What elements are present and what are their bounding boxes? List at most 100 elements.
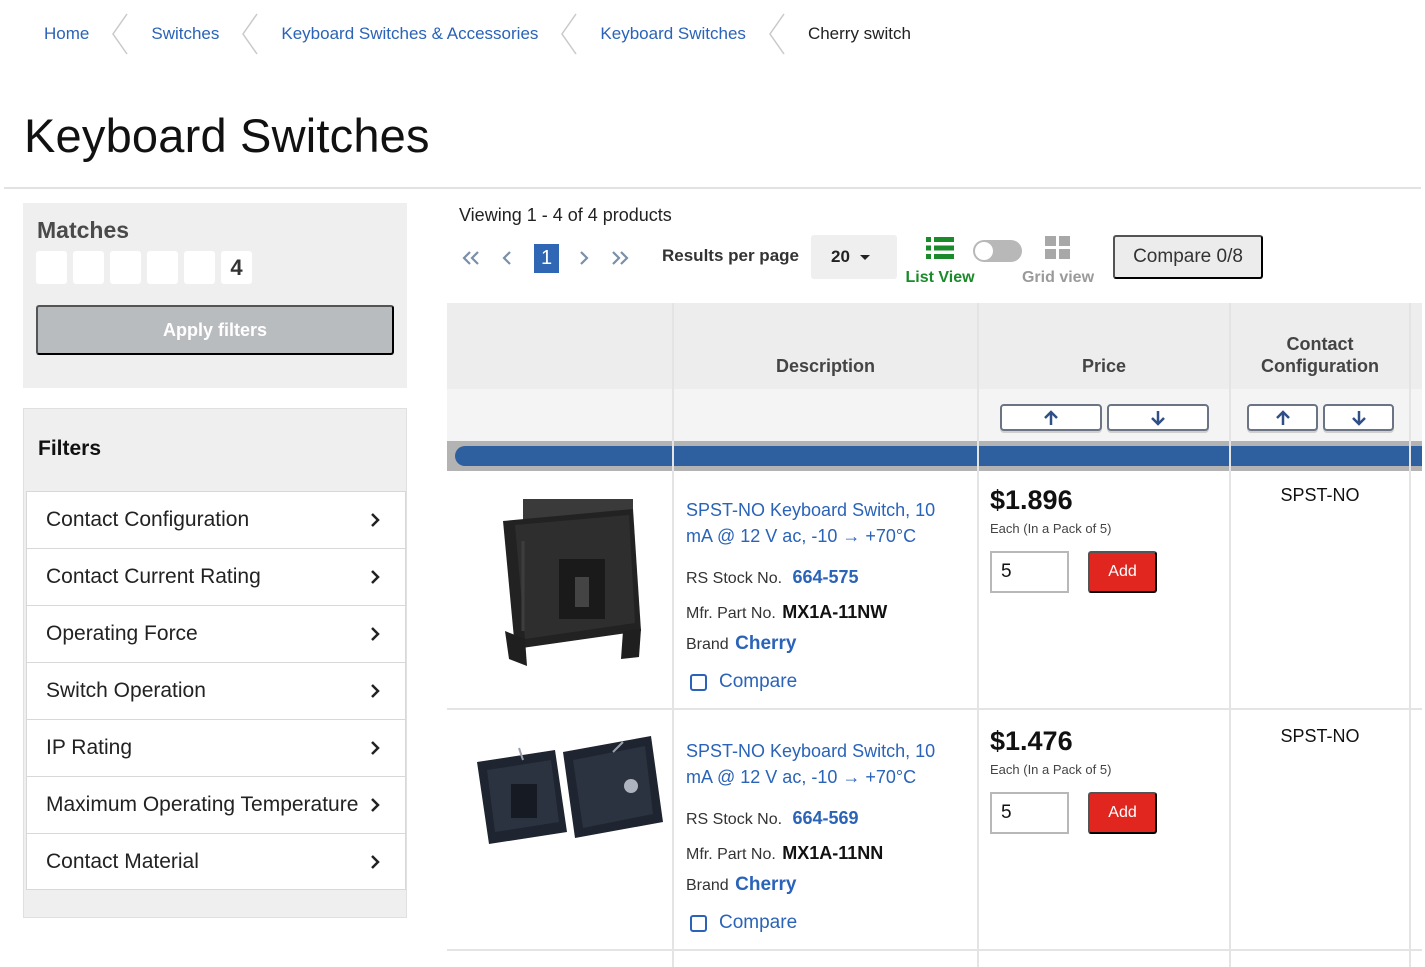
breadcrumb: Home Switches Keyboard Switches & Access… [0, 12, 931, 56]
contact-sort-descending-button[interactable] [1323, 404, 1394, 431]
results-per-page-label: Results per page [662, 246, 799, 265]
compare-label: Compare [719, 912, 798, 933]
filter-maximum-operating-temperature[interactable]: Maximum Operating Temperature [26, 776, 406, 833]
match-count-digit [147, 251, 178, 284]
results-count: Viewing 1 - 4 of 4 products [459, 205, 672, 225]
arrow-down-icon [1351, 410, 1366, 426]
filter-ip-rating[interactable]: IP Rating [26, 719, 406, 776]
match-count-digit [110, 251, 141, 284]
mfr-label: Mfr. Part No. [686, 846, 776, 863]
mfr-number: MX1A-11NN [782, 843, 884, 863]
match-count-digit [184, 251, 215, 284]
product-table: Description Price Contact Configuration … [447, 303, 1422, 967]
filter-operating-force[interactable]: Operating Force [26, 605, 406, 662]
product-image[interactable] [463, 481, 663, 681]
breadcrumb-separator-icon [109, 12, 131, 56]
mfr-number: MX1A-11NW [782, 602, 888, 622]
product-price: $1.896 [990, 485, 1073, 515]
header-description: Description [775, 356, 876, 376]
match-count-digit [73, 251, 104, 284]
breadcrumb-separator-icon [766, 12, 788, 56]
first-page-icon[interactable] [460, 247, 482, 269]
match-count: 4 [36, 251, 252, 284]
chevron-right-icon [371, 741, 380, 755]
add-to-cart-button[interactable]: Add [1088, 792, 1157, 834]
contact-configuration-value: SPST-NO [1280, 485, 1360, 505]
results-per-page-value: 20 [831, 247, 850, 266]
view-toggle[interactable] [973, 240, 1022, 262]
brand-link[interactable]: Cherry [735, 874, 796, 895]
quantity-input[interactable]: 5 [990, 551, 1069, 593]
mfr-part-number: Mfr. Part No. MX1A-11NW [686, 602, 887, 623]
header-contact-configuration: Contact Configuration [1231, 303, 1409, 389]
arrow-up-icon [1044, 409, 1058, 425]
checkbox-icon[interactable] [690, 914, 707, 932]
add-to-cart-button[interactable]: Add [1088, 551, 1157, 593]
page-title: Keyboard Switches [24, 109, 430, 162]
toggle-knob [975, 242, 993, 260]
list-view-icon [926, 237, 954, 259]
compare-button[interactable]: Compare 0/8 [1113, 235, 1263, 279]
filter-label: Contact Configuration [46, 508, 250, 531]
breadcrumb-keyboard-switches-accessories[interactable]: Keyboard Switches & Accessories [261, 24, 558, 44]
quantity-input[interactable]: 5 [990, 792, 1069, 834]
product-description-link[interactable]: SPST-NO Keyboard Switch, 10 mA @ 12 V ac… [686, 497, 956, 549]
filter-switch-operation[interactable]: Switch Operation [26, 662, 406, 719]
previous-page-icon[interactable] [496, 247, 518, 269]
product-description-link[interactable]: SPST-NO Keyboard Switch, 10 mA @ 12 V ac… [686, 738, 956, 790]
list-view-button[interactable]: List View [902, 236, 978, 287]
brand-link[interactable]: Cherry [735, 633, 796, 654]
filter-label: Operating Force [46, 622, 198, 645]
grid-view-button[interactable]: Grid view [1018, 236, 1098, 287]
next-page-icon[interactable] [573, 247, 595, 269]
column-divider [1409, 303, 1411, 967]
price-sort-descending-button[interactable] [1107, 404, 1209, 431]
stock-number: RS Stock No. 664-575 [686, 567, 859, 588]
contact-sort-ascending-button[interactable] [1247, 404, 1318, 431]
chevron-right-icon [371, 513, 380, 527]
compare-checkbox[interactable]: Compare [690, 671, 797, 693]
title-divider [4, 187, 1421, 189]
list-view-label: List View [905, 269, 975, 286]
price-unit: Each (In a Pack of 5) [990, 521, 1112, 536]
header-contact-configuration-line1: Contact [1286, 334, 1354, 354]
stock-number-link[interactable]: 664-575 [792, 567, 858, 587]
price-sort-ascending-button[interactable] [1000, 404, 1102, 431]
product-image[interactable] [463, 722, 663, 922]
match-count-digit [36, 251, 67, 284]
filter-contact-configuration[interactable]: Contact Configuration [26, 491, 406, 548]
matches-title: Matches [37, 217, 130, 243]
stock-label: RS Stock No. [686, 570, 783, 587]
checkbox-icon[interactable] [690, 673, 707, 691]
grid-view-label: Grid view [1021, 269, 1095, 286]
product-price: $1.476 [990, 726, 1073, 756]
breadcrumb-switches[interactable]: Switches [131, 24, 239, 44]
apply-filters-button[interactable]: Apply filters [36, 305, 394, 355]
stock-number-link[interactable]: 664-569 [792, 808, 858, 828]
header-price: Price [1081, 356, 1127, 376]
filter-label: Contact Material [46, 849, 199, 873]
brand: Brand Cherry [686, 633, 796, 655]
breadcrumb-separator-icon [239, 12, 261, 56]
filter-contact-material[interactable]: Contact Material [26, 833, 406, 890]
caret-down-icon [859, 254, 870, 260]
breadcrumb-keyboard-switches[interactable]: Keyboard Switches [580, 24, 766, 44]
breadcrumb-home[interactable]: Home [0, 24, 109, 44]
results-per-page-select[interactable]: 20 [811, 235, 897, 279]
mfr-part-number: Mfr. Part No. MX1A-11NN [686, 843, 883, 864]
matches-panel: Matches 4 Apply filters [23, 203, 407, 388]
brand-label: Brand [686, 636, 729, 653]
chevron-right-icon [371, 627, 380, 641]
table-scrollbar-thumb[interactable] [455, 446, 1422, 466]
column-divider [977, 303, 979, 967]
stock-label: RS Stock No. [686, 811, 783, 828]
chevron-right-icon [371, 684, 380, 698]
filter-label: Switch Operation [46, 679, 206, 702]
brand-label: Brand [686, 877, 729, 894]
last-page-icon[interactable] [609, 247, 631, 269]
compare-checkbox[interactable]: Compare [690, 912, 797, 934]
filter-contact-current-rating[interactable]: Contact Current Rating [26, 548, 406, 605]
table-scrollbar-track[interactable] [447, 441, 1422, 471]
current-page[interactable]: 1 [534, 243, 559, 273]
arrow-down-icon [1151, 410, 1165, 426]
